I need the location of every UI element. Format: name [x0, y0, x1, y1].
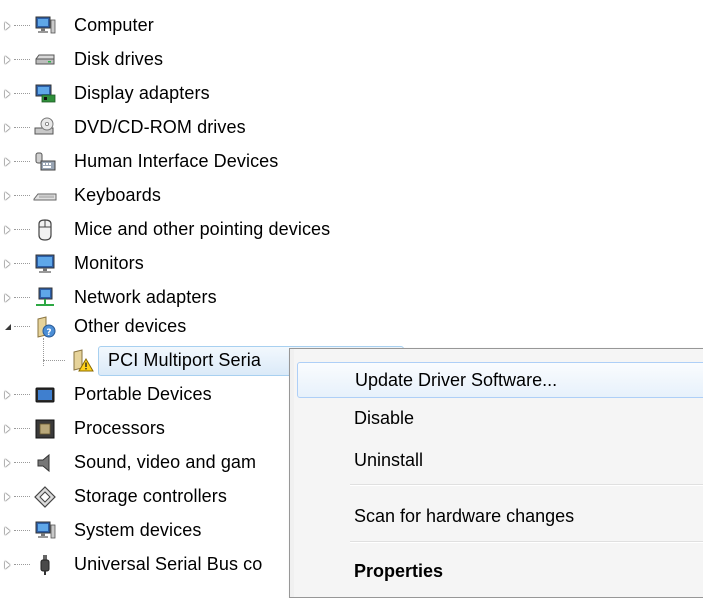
processor-icon — [35, 419, 55, 438]
tree-item-label: Sound, video and gam — [74, 452, 257, 472]
menu-item-label: Scan for hardware changes — [354, 505, 575, 526]
tree-connector — [14, 59, 30, 60]
dvd-drive-icon — [34, 117, 54, 134]
expand-arrow-icon[interactable] — [3, 191, 12, 200]
tree-item-label: PCI Multiport Seria — [108, 350, 261, 370]
menu-gutter — [290, 349, 294, 597]
system-device-icon — [35, 521, 56, 538]
menu-item-label: Disable — [354, 407, 415, 428]
menu-separator — [350, 484, 703, 486]
context-menu: Update Driver Software... Disable Uninst… — [289, 348, 703, 598]
tree-connector — [14, 564, 30, 565]
menu-separator — [350, 541, 703, 543]
usb-icon — [40, 554, 50, 575]
menu-item-uninstall[interactable]: Uninstall — [297, 442, 703, 478]
disk-drive-icon — [35, 54, 55, 64]
tree-item-label: Network adapters — [74, 287, 217, 307]
tree-item-label: Universal Serial Bus co — [74, 554, 263, 574]
expand-arrow-icon[interactable] — [3, 458, 12, 467]
expand-arrow-icon[interactable] — [3, 259, 12, 268]
monitor-icon — [35, 254, 55, 273]
tree-connector — [14, 394, 30, 395]
hid-icon — [35, 152, 56, 170]
menu-item-label: Properties — [354, 560, 444, 581]
tree-connector — [14, 297, 30, 298]
tree-connector — [14, 462, 30, 463]
tree-item-label: Portable Devices — [74, 384, 212, 404]
network-adapter-icon — [36, 287, 54, 306]
tree-item-label: Processors — [74, 418, 166, 438]
menu-item-update-driver[interactable]: Update Driver Software... — [297, 362, 703, 398]
expand-arrow-icon[interactable] — [3, 560, 12, 569]
expand-arrow-icon[interactable] — [3, 55, 12, 64]
menu-item-properties[interactable]: Properties — [297, 553, 703, 589]
tree-connector — [14, 25, 30, 26]
expand-arrow-icon[interactable] — [3, 157, 12, 166]
keyboard-icon — [33, 193, 57, 200]
computer-icon — [35, 16, 56, 33]
tree-item-label: Computer — [74, 15, 154, 35]
expand-arrow-icon[interactable] — [3, 390, 12, 399]
speaker-icon — [37, 453, 50, 472]
unknown-device-icon: ? — [37, 315, 56, 338]
expand-arrow-icon[interactable] — [3, 89, 12, 98]
storage-controller-icon — [34, 485, 56, 508]
tree-connector — [14, 530, 30, 531]
tree-connector — [14, 326, 30, 327]
tree-guide-line — [43, 338, 44, 366]
expand-arrow-icon[interactable] — [3, 424, 12, 433]
display-adapter-icon — [35, 84, 56, 102]
tree-connector — [14, 127, 30, 128]
tree-item-label: Display adapters — [74, 83, 210, 103]
tree-connector — [14, 161, 30, 162]
portable-device-icon — [35, 387, 55, 402]
tree-item-label: Mice and other pointing devices — [74, 219, 331, 239]
expand-arrow-icon[interactable] — [3, 123, 12, 132]
tree-item-label: DVD/CD-ROM drives — [74, 117, 246, 137]
menu-item-scan-hardware[interactable]: Scan for hardware changes — [297, 498, 703, 534]
warning-device-icon — [73, 348, 94, 371]
tree-connector — [14, 263, 30, 264]
mouse-icon — [38, 218, 52, 241]
expand-arrow-icon[interactable] — [3, 492, 12, 501]
menu-item-disable[interactable]: Disable — [297, 400, 703, 436]
expand-arrow-icon[interactable] — [3, 21, 12, 30]
menu-item-label: Uninstall — [354, 449, 424, 470]
tree-item-label: Disk drives — [74, 49, 164, 69]
tree-item-label: Storage controllers — [74, 486, 227, 506]
tree-item-label: Monitors — [74, 253, 144, 273]
collapse-arrow-icon[interactable] — [3, 322, 12, 331]
tree-connector — [14, 428, 30, 429]
tree-connector — [14, 93, 30, 94]
menu-item-label: Update Driver Software... — [355, 369, 558, 390]
tree-item-label: Human Interface Devices — [74, 151, 279, 171]
tree-item-label: Keyboards — [74, 185, 161, 205]
tree-item-label: Other devices — [74, 316, 187, 336]
tree-connector — [43, 360, 65, 361]
tree-connector — [14, 195, 30, 196]
expand-arrow-icon[interactable] — [3, 293, 12, 302]
expand-arrow-icon[interactable] — [3, 526, 12, 535]
svg-text:?: ? — [46, 328, 51, 338]
tree-connector — [14, 496, 30, 497]
tree-item-label: System devices — [74, 520, 202, 540]
expand-arrow-icon[interactable] — [3, 225, 12, 234]
tree-connector — [14, 229, 30, 230]
